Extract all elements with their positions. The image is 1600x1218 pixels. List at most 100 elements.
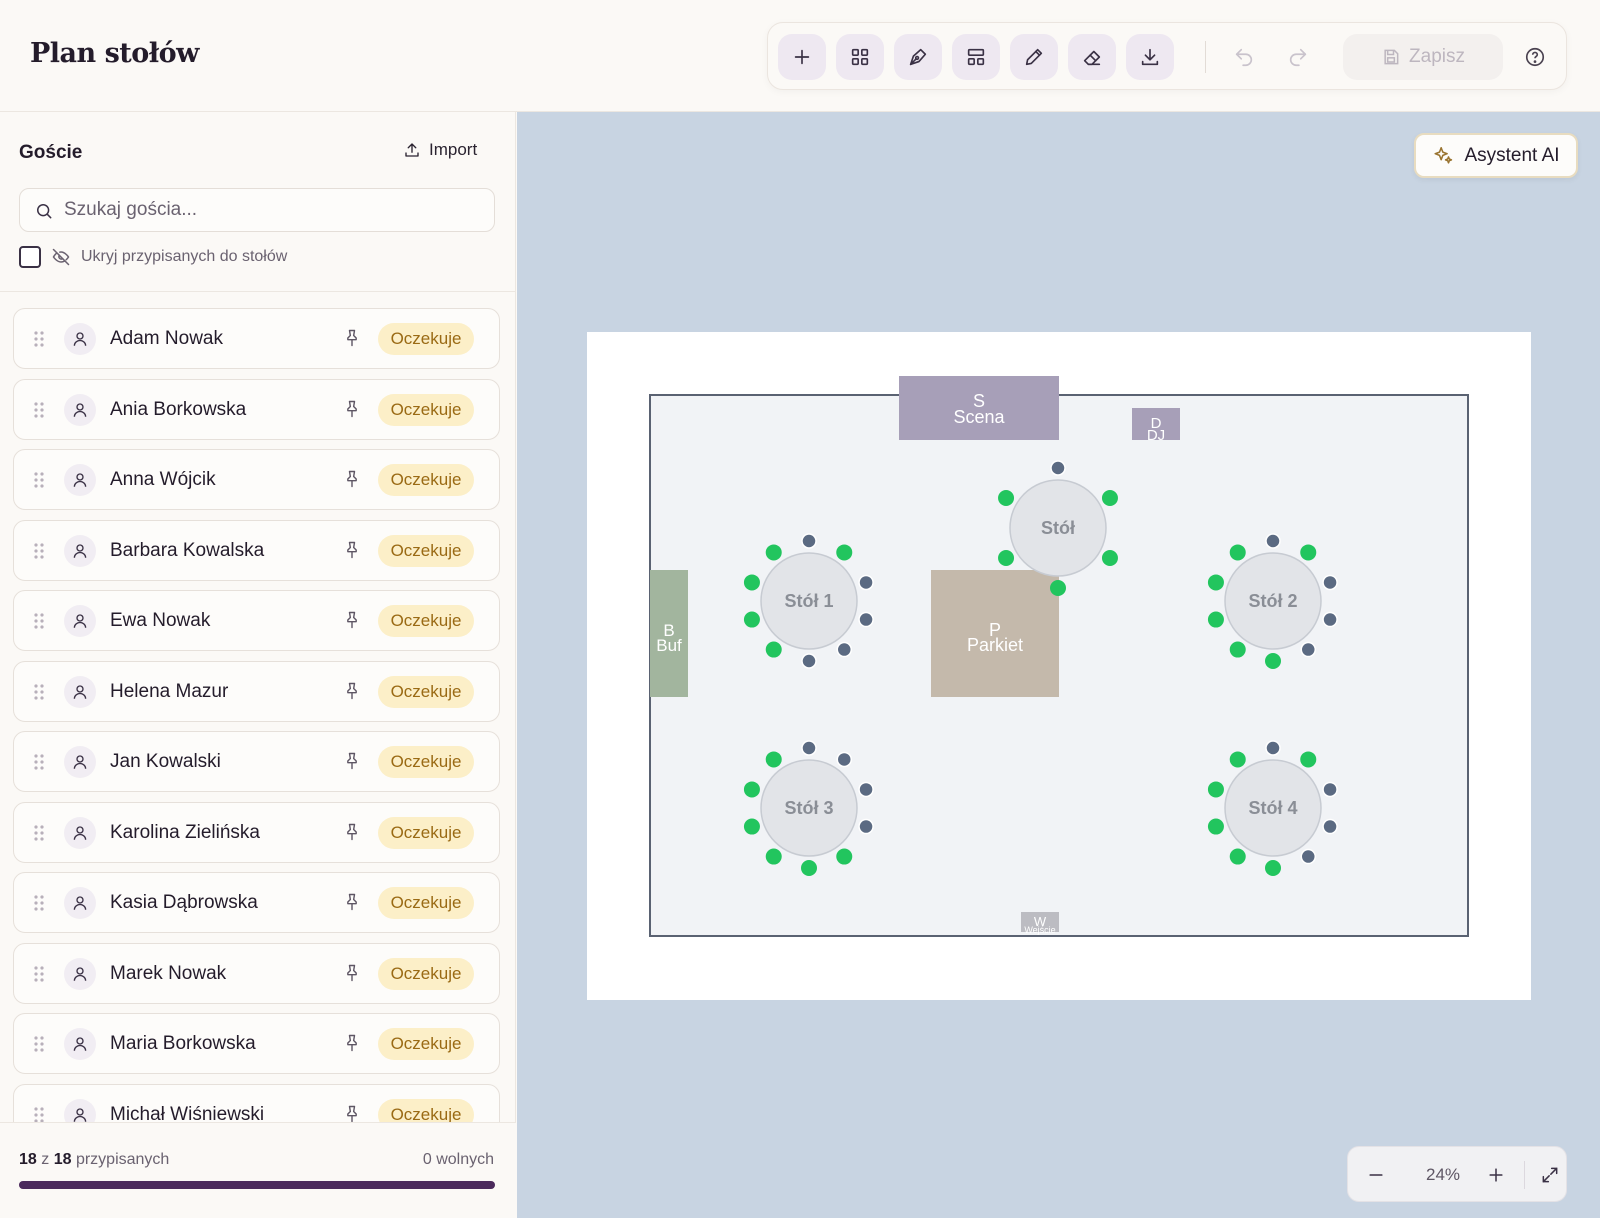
seat-free[interactable]	[743, 574, 760, 591]
erase-button[interactable]	[1068, 34, 1116, 80]
seat-free[interactable]	[743, 781, 760, 798]
guest-row[interactable]: Barbara Kowalska Oczekuje	[13, 519, 500, 581]
seat-free[interactable]	[765, 641, 782, 658]
pin-button[interactable]	[342, 610, 362, 630]
seat-taken[interactable]	[858, 611, 874, 628]
pin-button[interactable]	[342, 681, 362, 701]
seat-free[interactable]	[1229, 848, 1246, 865]
zoom-out-button[interactable]	[1356, 1155, 1396, 1195]
drag-handle-icon[interactable]	[34, 472, 44, 488]
guest-row[interactable]: Marek Nowak Oczekuje	[13, 942, 500, 1004]
seat-free[interactable]	[1101, 550, 1118, 566]
floor-plan-canvas[interactable]: S Scena D DJ B Buf P Parkiet W Wejście Stół Stół 1 S…	[517, 112, 1600, 1218]
seat-free[interactable]	[998, 550, 1015, 566]
zone-buffet[interactable]: BBuf	[650, 570, 688, 697]
redo-button[interactable]	[1276, 34, 1320, 80]
seat-taken[interactable]	[801, 653, 817, 669]
add-table-button[interactable]	[836, 34, 884, 80]
drag-handle-icon[interactable]	[34, 895, 44, 911]
seat-free[interactable]	[1300, 544, 1317, 561]
seat-free[interactable]	[998, 490, 1015, 506]
guest-row[interactable]: Kasia Dąbrowska Oczekuje	[13, 872, 500, 933]
seat-free[interactable]	[765, 751, 782, 768]
seat-taken[interactable]	[1322, 818, 1338, 835]
fullscreen-button[interactable]	[1536, 1155, 1564, 1195]
pin-button[interactable]	[342, 1104, 362, 1124]
seat-free[interactable]	[765, 544, 782, 561]
seat-free[interactable]	[1265, 653, 1281, 669]
pin-button[interactable]	[342, 822, 362, 842]
add-button[interactable]	[778, 34, 826, 80]
drag-handle-icon[interactable]	[34, 331, 44, 347]
drag-handle-icon[interactable]	[34, 965, 44, 982]
guest-row[interactable]: Anna Wójcik Oczekuje	[13, 449, 500, 510]
seat-taken[interactable]	[1322, 611, 1338, 628]
zone-stage[interactable]: SScena	[899, 376, 1059, 440]
guest-row[interactable]: Karolina Zielińska Oczekuje	[13, 801, 500, 863]
ai-assistant-button[interactable]: Asystent AI	[1414, 133, 1578, 178]
drag-handle-icon[interactable]	[34, 613, 44, 629]
pin-button[interactable]	[342, 399, 362, 419]
pin-button[interactable]	[342, 469, 362, 489]
floor-plan-drawing[interactable]: SScena DDJ BBuf PParkiet WWejście Stół Stół 1 S…	[517, 112, 1600, 1218]
seat-free[interactable]	[1265, 860, 1281, 876]
seat-free[interactable]	[743, 818, 760, 835]
hide-assigned-checkbox[interactable]	[19, 246, 41, 268]
save-button[interactable]: Zapisz	[1343, 34, 1503, 80]
drag-handle-icon[interactable]	[34, 683, 44, 700]
seat-free[interactable]	[1229, 751, 1246, 768]
search-input[interactable]	[64, 189, 484, 231]
drag-handle-icon[interactable]	[34, 401, 44, 418]
seat-free[interactable]	[1050, 580, 1066, 596]
seat-taken[interactable]	[801, 533, 817, 549]
seat-taken[interactable]	[1265, 740, 1281, 756]
drag-handle-icon[interactable]	[34, 1036, 44, 1052]
seat-free[interactable]	[1300, 751, 1317, 768]
drag-handle-icon[interactable]	[34, 824, 44, 841]
seat-taken[interactable]	[858, 781, 874, 798]
guest-row[interactable]: Ewa Nowak Oczekuje	[13, 590, 500, 651]
seat-free[interactable]	[801, 860, 817, 876]
pin-button[interactable]	[342, 751, 362, 771]
seat-taken[interactable]	[1300, 848, 1317, 865]
seat-taken[interactable]	[1322, 781, 1338, 798]
guest-row[interactable]: Helena Mazur Oczekuje	[13, 660, 500, 722]
seat-taken[interactable]	[1300, 641, 1317, 658]
seat-free[interactable]	[1207, 574, 1224, 591]
draw-room-button[interactable]	[894, 34, 942, 80]
seat-taken[interactable]	[1265, 533, 1281, 549]
drag-handle-icon[interactable]	[34, 754, 44, 770]
pin-button[interactable]	[342, 328, 362, 348]
seat-taken[interactable]	[836, 751, 853, 768]
import-button[interactable]: Import	[403, 140, 477, 160]
seat-free[interactable]	[1207, 781, 1224, 798]
zoom-in-button[interactable]	[1476, 1155, 1516, 1195]
zone-dance-floor[interactable]: PParkiet	[931, 570, 1059, 697]
seat-taken[interactable]	[801, 740, 817, 756]
zone-entrance[interactable]: WWejście	[1021, 912, 1059, 935]
seat-free[interactable]	[1101, 490, 1118, 506]
seat-taken[interactable]	[858, 818, 874, 835]
seat-free[interactable]	[1229, 544, 1246, 561]
seat-taken[interactable]	[858, 574, 874, 591]
seat-free[interactable]	[743, 611, 760, 628]
guest-row[interactable]: Ania Borkowska Oczekuje	[13, 378, 500, 440]
seat-free[interactable]	[836, 848, 853, 865]
seat-free[interactable]	[1207, 818, 1224, 835]
pin-button[interactable]	[342, 892, 362, 912]
layout-button[interactable]	[952, 34, 1000, 80]
seat-free[interactable]	[1229, 641, 1246, 658]
seat-taken[interactable]	[1322, 574, 1338, 591]
seat-taken[interactable]	[836, 641, 853, 658]
pin-button[interactable]	[342, 540, 362, 560]
seat-free[interactable]	[765, 848, 782, 865]
edit-button[interactable]	[1010, 34, 1058, 80]
help-button[interactable]	[1513, 34, 1557, 80]
drag-handle-icon[interactable]	[34, 542, 44, 559]
drag-handle-icon[interactable]	[34, 1106, 44, 1123]
zone-dj[interactable]: DDJ	[1132, 408, 1180, 444]
seat-free[interactable]	[836, 544, 853, 561]
pin-button[interactable]	[342, 1033, 362, 1053]
guest-row[interactable]: Maria Borkowska Oczekuje	[13, 1013, 500, 1074]
guest-row[interactable]: Adam Nowak Oczekuje	[13, 308, 500, 369]
